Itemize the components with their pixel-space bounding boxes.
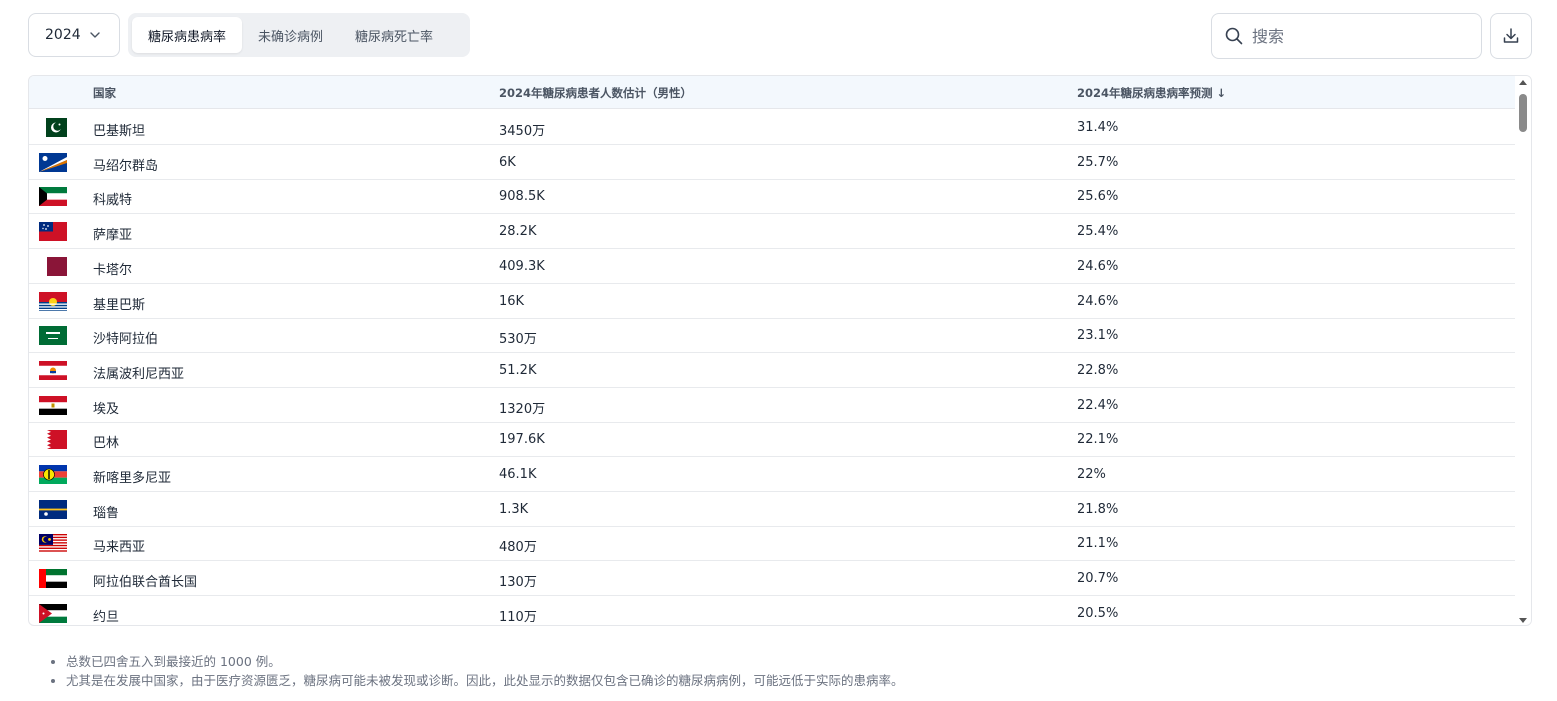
country-cell: 马绍尔群岛: [93, 158, 159, 174]
country-cell: 基里巴斯: [93, 297, 146, 313]
rate-cell: 25.4%: [1077, 224, 1119, 240]
uae-flag-icon: [39, 569, 67, 589]
table-row[interactable]: 巴林 197.6K 22.1%: [29, 422, 1517, 458]
search-box: [1211, 13, 1482, 59]
table-row[interactable]: 马绍尔群岛 6K 25.7%: [29, 145, 1517, 180]
pakistan-flag-icon: [39, 118, 67, 137]
french-polynesia-flag-icon: [39, 360, 67, 380]
search-input[interactable]: [1252, 26, 1452, 46]
country-cell: 法属波利尼西亚: [93, 366, 185, 382]
country-cell: 巴林: [93, 436, 120, 452]
cases-cell: 1320万: [499, 401, 546, 417]
table-row[interactable]: 基里巴斯 16K 24.6%: [29, 284, 1517, 319]
rate-cell: 31.4%: [1077, 120, 1119, 135]
cases-cell: 28.2K: [499, 224, 537, 240]
table-row[interactable]: 阿拉伯联合酋长国 130万 20.7%: [29, 561, 1517, 597]
tab-mortality[interactable]: 糖尿病死亡率: [339, 17, 449, 53]
new-caledonia-flag-icon: [39, 465, 67, 484]
rate-cell: 21.1%: [1077, 536, 1119, 552]
tab-prevalence[interactable]: 糖尿病患病率: [132, 17, 243, 53]
table-row[interactable]: 科威特 908.5K 25.6%: [29, 179, 1517, 215]
country-cell: 马来西亚: [93, 540, 146, 556]
table-row[interactable]: 约旦 110万 20.5%: [29, 596, 1517, 625]
country-cell: 萨摩亚: [93, 228, 133, 244]
malaysia-flag-icon: [39, 534, 67, 554]
chevron-down-icon: [90, 32, 100, 38]
country-cell: 科威特: [93, 193, 133, 209]
table-row[interactable]: 卡塔尔 409.3K 24.6%: [29, 249, 1517, 284]
year-select-value: 2024: [45, 27, 81, 43]
cases-cell: 51.2K: [499, 362, 537, 378]
table-row[interactable]: 马来西亚 480万 21.1%: [29, 526, 1517, 562]
footnotes: 总数已四舍五入到最接近的 1000 例。 尤其是在发展中国家，由于医疗资源匮乏，…: [52, 652, 904, 690]
table-header: 国家 2024年糖尿病患者人数估计（男性） 2024年糖尿病患病率预测 ↓: [29, 76, 1517, 109]
table-row[interactable]: 瑙鲁 1.3K 21.8%: [29, 492, 1517, 527]
data-table: 国家 2024年糖尿病患者人数估计（男性） 2024年糖尿病患病率预测 ↓ 巴基…: [28, 75, 1532, 626]
rate-cell: 22.8%: [1077, 362, 1119, 378]
cases-cell: 1.3K: [499, 501, 529, 517]
rate-cell: 25.7%: [1077, 154, 1119, 170]
cases-cell: 908.5K: [499, 189, 545, 205]
table-row[interactable]: 巴基斯坦 3450万 31.4%: [29, 110, 1517, 145]
table-row[interactable]: 埃及 1320万 22.4%: [29, 388, 1517, 423]
egypt-flag-icon: [39, 395, 67, 415]
rate-cell: 24.6%: [1077, 258, 1119, 274]
bahrain-flag-icon: [39, 430, 67, 450]
cases-cell: 3450万: [499, 124, 546, 139]
rate-cell: 25.6%: [1077, 189, 1119, 205]
download-button[interactable]: [1490, 13, 1532, 59]
rate-cell: 22.1%: [1077, 432, 1119, 448]
scroll-down-arrow[interactable]: [1519, 618, 1527, 623]
vertical-scrollbar[interactable]: [1515, 76, 1531, 625]
country-cell: 新喀里多尼亚: [93, 471, 172, 486]
cases-cell: 530万: [499, 332, 537, 348]
year-select[interactable]: 2024: [28, 13, 120, 57]
download-icon: [1503, 28, 1519, 43]
samoa-flag-icon: [39, 222, 67, 242]
cases-cell: 409.3K: [499, 258, 545, 274]
tab-undiagnosed[interactable]: 未确诊病例: [242, 17, 339, 53]
footnote-rounding: 总数已四舍五入到最接近的 1000 例。: [66, 652, 904, 671]
table-row[interactable]: 沙特阿拉伯 530万 23.1%: [29, 318, 1517, 354]
scroll-thumb[interactable]: [1519, 94, 1527, 132]
table-row[interactable]: 法属波利尼西亚 51.2K 22.8%: [29, 353, 1517, 388]
nauru-flag-icon: [39, 499, 67, 519]
country-cell: 沙特阿拉伯: [93, 332, 159, 348]
rate-cell: 21.8%: [1077, 501, 1119, 517]
qatar-flag-icon: [39, 256, 67, 276]
kuwait-flag-icon: [39, 187, 67, 207]
rate-cell: 22%: [1077, 467, 1106, 482]
footnote-underdiagnosis: 尤其是在发展中国家，由于医疗资源匮乏，糖尿病可能未被发现或诊断。因此，此处显示的…: [66, 671, 904, 690]
cases-cell: 110万: [499, 609, 537, 625]
cases-cell: 480万: [499, 540, 537, 556]
country-cell: 瑙鲁: [93, 505, 120, 521]
scroll-up-arrow[interactable]: [1519, 80, 1527, 85]
header-cases[interactable]: 2024年糖尿病患者人数估计（男性）: [499, 85, 692, 101]
cases-cell: 130万: [499, 575, 537, 591]
metric-tabs: 糖尿病患病率 未确诊病例 糖尿病死亡率: [128, 13, 470, 57]
cases-cell: 46.1K: [499, 467, 537, 482]
jordan-flag-icon: [39, 603, 67, 623]
country-cell: 阿拉伯联合酋长国: [93, 575, 198, 591]
search-icon: [1225, 27, 1243, 45]
country-cell: 埃及: [93, 401, 120, 417]
rate-cell: 20.5%: [1077, 605, 1119, 621]
marshall-islands-flag-icon: [39, 152, 67, 172]
cases-cell: 197.6K: [499, 432, 545, 448]
header-country[interactable]: 国家: [93, 85, 116, 101]
cases-cell: 16K: [499, 293, 525, 309]
table-row[interactable]: 萨摩亚 28.2K 25.4%: [29, 214, 1517, 250]
country-cell: 约旦: [93, 609, 120, 625]
saudi-arabia-flag-icon: [39, 326, 67, 346]
cases-cell: 6K: [499, 154, 516, 170]
table-row[interactable]: 新喀里多尼亚 46.1K 22%: [29, 457, 1517, 492]
kiribati-flag-icon: [39, 291, 67, 311]
rate-cell: 20.7%: [1077, 571, 1119, 587]
rate-cell: 23.1%: [1077, 328, 1119, 344]
country-cell: 巴基斯坦: [93, 124, 146, 139]
rate-cell: 24.6%: [1077, 293, 1119, 309]
rate-cell: 22.4%: [1077, 397, 1119, 413]
header-rate[interactable]: 2024年糖尿病患病率预测 ↓: [1077, 85, 1226, 101]
country-cell: 卡塔尔: [93, 262, 133, 278]
